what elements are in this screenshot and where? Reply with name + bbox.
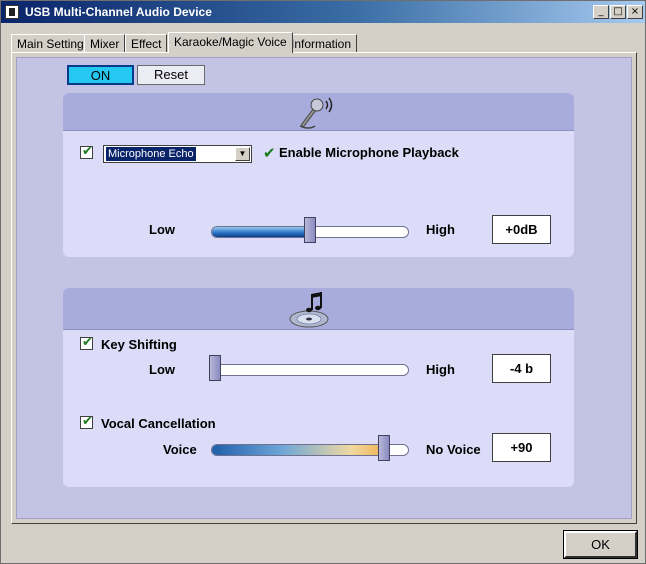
key-shifting-low-label: Low — [149, 362, 175, 377]
key-shifting-slider-thumb[interactable] — [209, 355, 221, 381]
playback-check-icon[interactable]: ✔ — [263, 144, 276, 162]
on-button[interactable]: ON — [67, 65, 134, 85]
close-button[interactable]: × — [627, 5, 643, 19]
title-bar[interactable]: USB Multi-Channel Audio Device _ □ × — [1, 1, 645, 23]
key-shifting-high-label: High — [426, 362, 455, 377]
microphone-icon — [299, 97, 333, 129]
checkmark-icon: ✔ — [82, 335, 93, 350]
vocal-cancellation-high-label: No Voice — [426, 442, 481, 457]
reset-button[interactable]: Reset — [137, 65, 205, 85]
music-panel-header — [63, 288, 574, 330]
tab-mixer[interactable]: Mixer — [84, 34, 126, 53]
vocal-cancellation-slider-thumb[interactable] — [378, 435, 390, 461]
key-shifting-checkbox[interactable]: ✔ — [80, 335, 93, 350]
minimize-button[interactable]: _ — [593, 5, 609, 19]
microphone-panel-header — [63, 93, 574, 131]
checkmark-icon: ✔ — [82, 414, 93, 429]
app-icon — [5, 5, 19, 19]
key-shifting-value: -4 b — [492, 354, 551, 383]
chevron-down-icon[interactable]: ▼ — [235, 147, 250, 161]
mic-level-slider-thumb[interactable] — [304, 217, 316, 243]
vocal-cancellation-low-label: Voice — [163, 442, 197, 457]
tab-information[interactable]: Information — [285, 34, 358, 53]
window-title: USB Multi-Channel Audio Device — [25, 5, 212, 19]
music-cd-icon — [289, 292, 329, 328]
microphone-effect-select[interactable]: Microphone Echo ▼ — [103, 145, 252, 163]
vocal-cancellation-checkbox[interactable]: ✔ — [80, 414, 93, 429]
maximize-button[interactable]: □ — [610, 5, 626, 19]
tab-main-setting[interactable]: Main Setting — [11, 34, 90, 53]
mic-level-fill — [212, 227, 310, 237]
main-window: USB Multi-Channel Audio Device _ □ × Mai… — [0, 0, 646, 564]
microphone-effect-checkbox[interactable]: ✔ — [80, 144, 93, 159]
enable-microphone-playback-label[interactable]: Enable Microphone Playback — [279, 145, 459, 160]
key-shifting-slider[interactable] — [211, 364, 409, 376]
mic-level-value: +0dB — [492, 215, 551, 244]
vocal-cancellation-value: +90 — [492, 433, 551, 462]
vocal-cancellation-label[interactable]: Vocal Cancellation — [101, 416, 216, 431]
vocal-cancellation-fill — [212, 445, 386, 455]
tab-effect[interactable]: Effect — [125, 34, 168, 53]
key-shifting-label[interactable]: Key Shifting — [101, 337, 177, 352]
checkmark-icon: ✔ — [82, 144, 93, 159]
tab-karaoke-magic-voice[interactable]: Karaoke/Magic Voice — [168, 32, 293, 53]
microphone-effect-value: Microphone Echo — [106, 147, 196, 161]
mic-level-low-label: Low — [149, 222, 175, 237]
ok-button[interactable]: OK — [563, 530, 638, 559]
mic-level-high-label: High — [426, 222, 455, 237]
